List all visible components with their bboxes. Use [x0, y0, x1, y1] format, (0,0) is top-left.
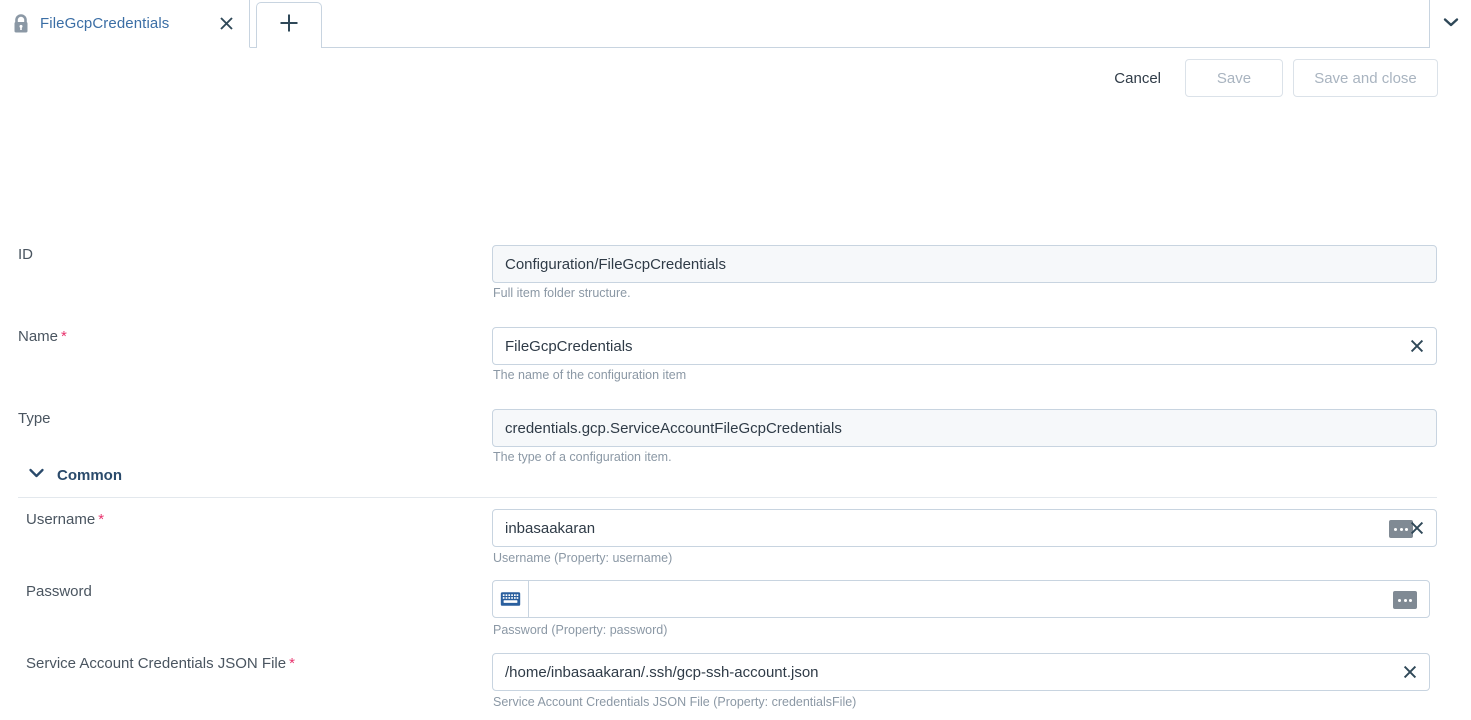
close-icon[interactable]: [215, 13, 237, 35]
required-indicator: *: [98, 511, 105, 528]
type-field-wrap: [492, 409, 1437, 447]
type-input[interactable]: [492, 409, 1437, 447]
keyboard-icon[interactable]: [493, 581, 529, 617]
id-label: ID: [18, 246, 33, 263]
plus-icon: [278, 12, 300, 39]
type-label: Type: [18, 410, 51, 427]
name-hint: The name of the configuration item: [493, 368, 687, 382]
credentials-file-clear-icon[interactable]: [1400, 662, 1420, 682]
chevron-down-icon: [28, 466, 45, 484]
name-field-wrap: [492, 327, 1437, 365]
new-tab-button[interactable]: [256, 2, 322, 48]
required-indicator: *: [289, 655, 295, 672]
password-input[interactable]: [529, 581, 1429, 617]
password-hint: Password (Property: password): [493, 623, 668, 637]
tab-bar: FileGcpCredentials: [0, 0, 1471, 48]
save-button[interactable]: Save: [1185, 59, 1283, 97]
section-header-common[interactable]: Common: [28, 466, 122, 484]
tab-list-dropdown-button[interactable]: [1429, 0, 1471, 48]
credentials-file-hint: Service Account Credentials JSON File (P…: [493, 695, 857, 709]
username-label: Username *: [26, 511, 105, 528]
section-title-common: Common: [57, 466, 122, 484]
username-input[interactable]: [492, 509, 1437, 547]
password-more-icon[interactable]: [1393, 591, 1417, 609]
lock-icon: [12, 13, 30, 34]
tab-file-gcp-credentials[interactable]: FileGcpCredentials: [0, 0, 250, 48]
required-indicator: *: [61, 328, 67, 345]
credentials-file-label: Service Account Credentials JSON File *: [26, 655, 295, 672]
username-clear-icon[interactable]: [1407, 518, 1427, 538]
name-label: Name *: [18, 328, 67, 345]
username-hint: Username (Property: username): [493, 551, 673, 565]
username-field-wrap: [492, 509, 1437, 547]
action-toolbar: Cancel Save Save and close: [0, 48, 1471, 108]
section-divider: [18, 497, 1437, 498]
credentials-file-input[interactable]: [492, 653, 1430, 691]
type-hint: The type of a configuration item.: [493, 450, 672, 464]
id-hint: Full item folder structure.: [493, 286, 631, 300]
save-and-close-button[interactable]: Save and close: [1293, 59, 1438, 97]
credentials-file-field-wrap: [492, 653, 1430, 691]
password-label: Password: [26, 583, 92, 600]
id-field-wrap: [492, 245, 1437, 283]
name-input[interactable]: [492, 327, 1437, 365]
chevron-down-icon: [1441, 15, 1461, 34]
id-input[interactable]: [492, 245, 1437, 283]
tab-title: FileGcpCredentials: [40, 15, 170, 32]
name-clear-icon[interactable]: [1407, 336, 1427, 356]
cancel-button[interactable]: Cancel: [1100, 62, 1175, 95]
password-field-wrap: [492, 580, 1430, 618]
